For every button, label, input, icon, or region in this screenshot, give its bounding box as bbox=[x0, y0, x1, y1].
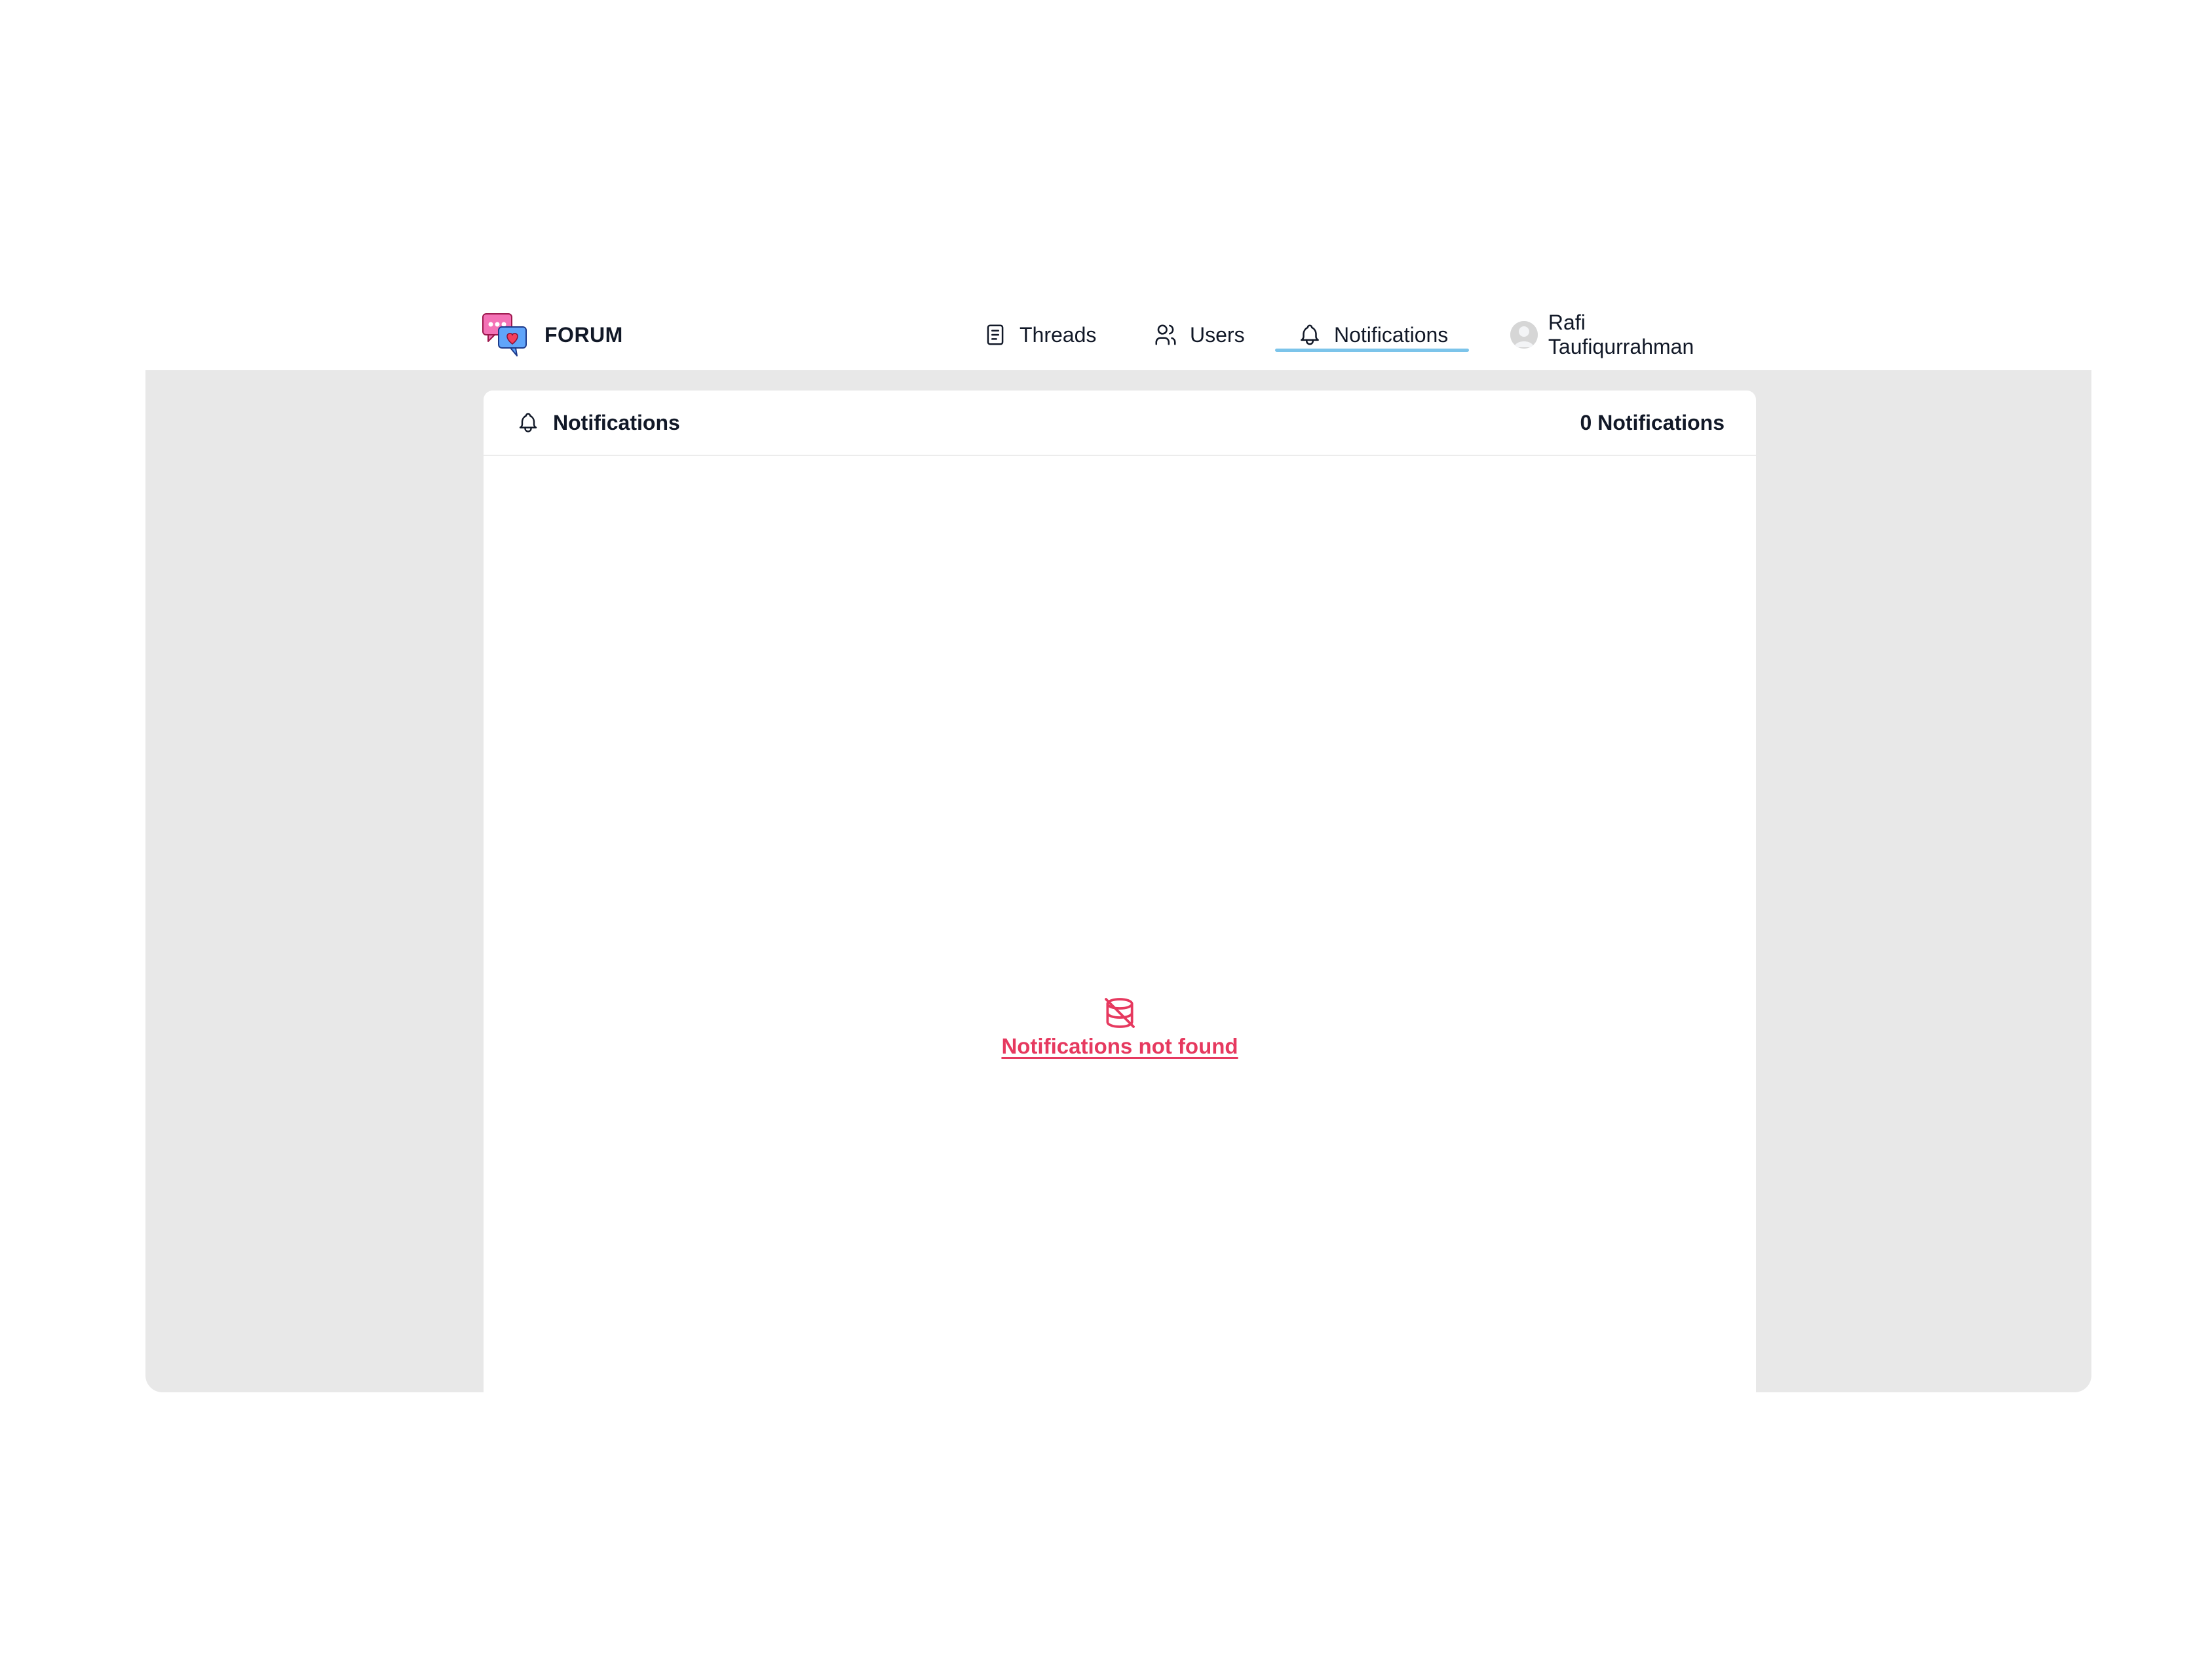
users-icon bbox=[1155, 324, 1176, 345]
empty-state: Notifications not found bbox=[484, 995, 1756, 1059]
nav-item-notifications[interactable]: Notifications bbox=[1274, 298, 1470, 372]
profile-name: Rafi Taufiqurrahman bbox=[1548, 311, 1694, 358]
notifications-card-header: Notifications 0 Notifications bbox=[484, 391, 1756, 456]
bell-icon bbox=[1301, 324, 1319, 345]
brand[interactable]: FORUM bbox=[482, 298, 623, 372]
top-navigation: FORUM Threads Users Notifications Rafi T… bbox=[482, 298, 1736, 372]
notifications-card: Notifications 0 Notifications Notificati… bbox=[484, 391, 1756, 1392]
brand-name: FORUM bbox=[544, 322, 623, 347]
document-icon bbox=[987, 324, 1004, 345]
empty-message-link[interactable]: Notifications not found bbox=[1001, 1034, 1238, 1059]
nav-label-users: Users bbox=[1190, 322, 1245, 347]
nav-item-users[interactable]: Users bbox=[1153, 298, 1245, 372]
chat-bubbles-heart-icon bbox=[482, 313, 527, 356]
nav-label-threads: Threads bbox=[1020, 322, 1097, 347]
nav-item-profile[interactable]: Rafi Taufiqurrahman bbox=[1510, 298, 1736, 372]
notifications-count: 0 Notifications bbox=[1580, 410, 1725, 434]
card-title: Notifications bbox=[516, 411, 680, 435]
nav-label-notifications: Notifications bbox=[1334, 322, 1449, 347]
database-off-icon bbox=[1105, 998, 1135, 1028]
card-title-label: Notifications bbox=[553, 410, 680, 434]
bell-icon bbox=[519, 413, 537, 432]
avatar bbox=[1510, 321, 1538, 349]
nav-item-threads[interactable]: Threads bbox=[983, 298, 1096, 372]
